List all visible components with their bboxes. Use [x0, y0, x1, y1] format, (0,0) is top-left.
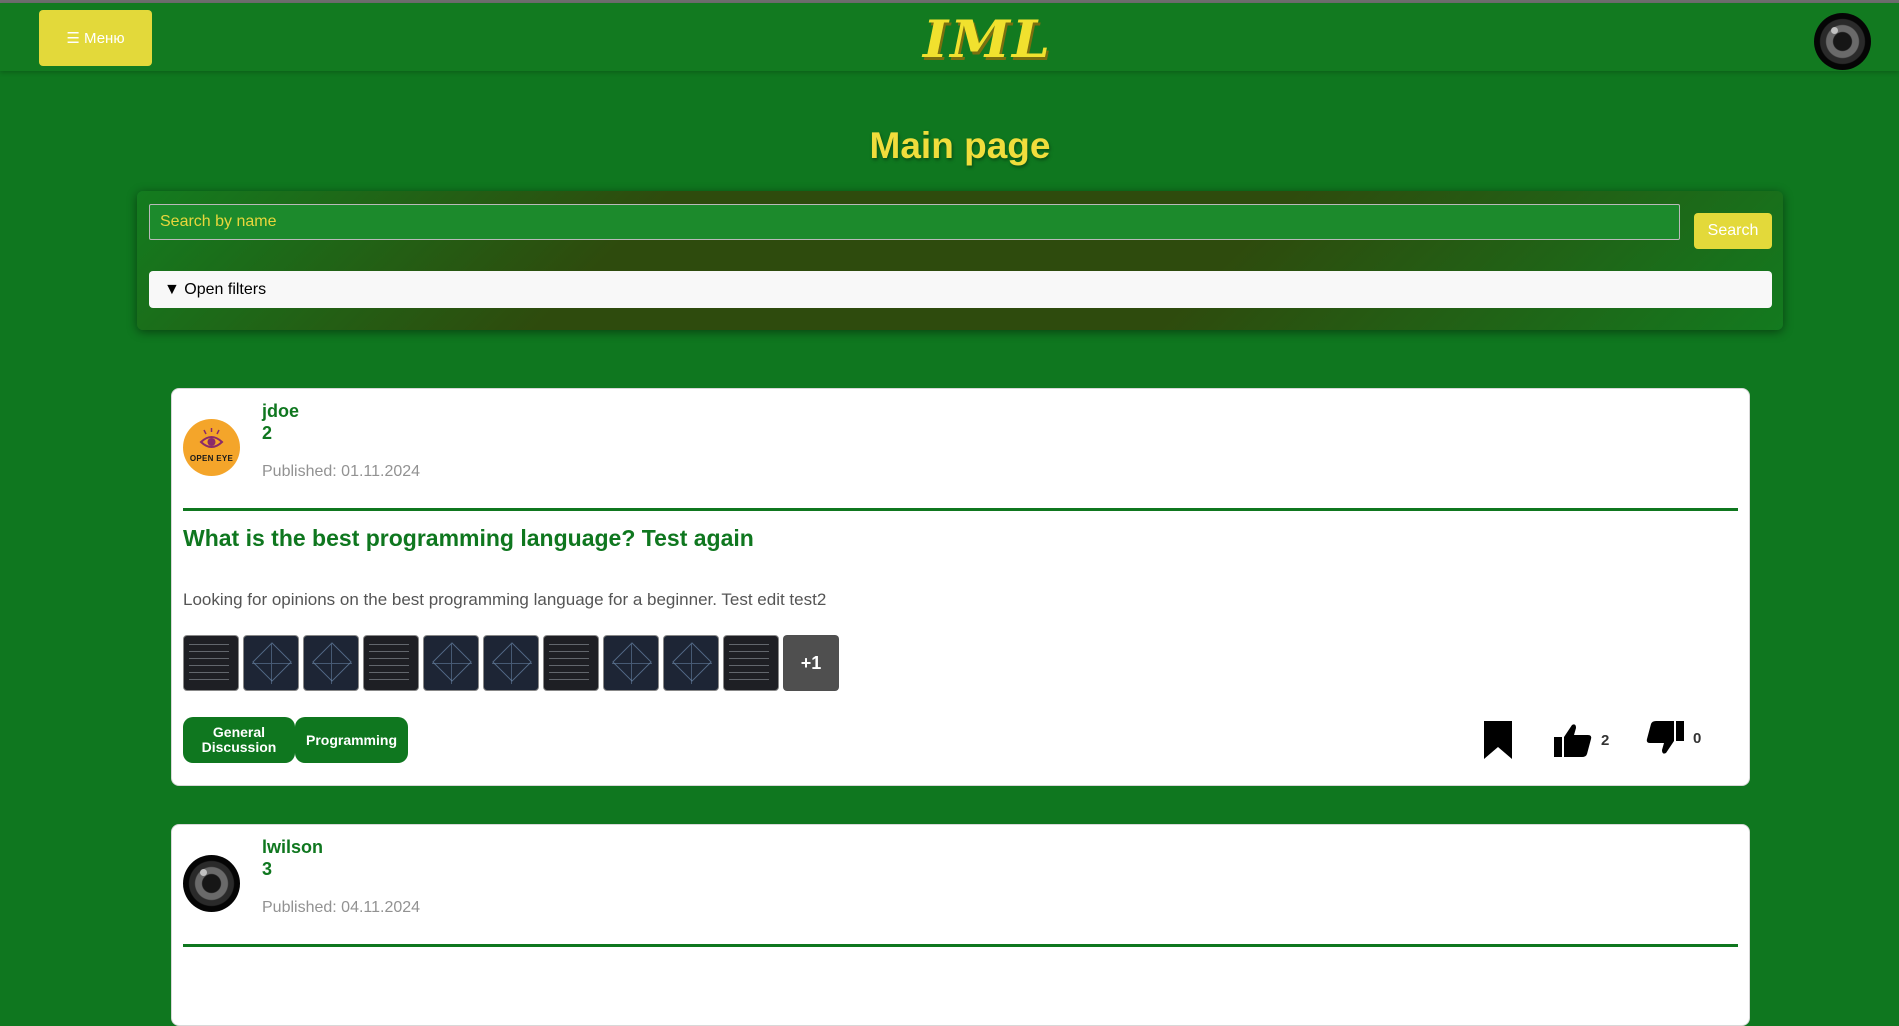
author-name[interactable]: jdoe	[262, 401, 299, 422]
open-filters-toggle[interactable]: ▼ Open filters	[149, 271, 1772, 308]
author-name[interactable]: lwilson	[262, 837, 323, 858]
search-button[interactable]: Search	[1694, 213, 1772, 249]
post-actions: 2 0	[172, 717, 1749, 763]
image-thumbnail[interactable]	[183, 635, 239, 691]
search-input[interactable]	[149, 204, 1680, 240]
author-avatar[interactable]	[183, 855, 240, 912]
author-rating: 2	[262, 423, 273, 443]
more-images-button[interactable]: +1	[783, 635, 839, 691]
like-count: 2	[1601, 731, 1610, 749]
author-avatar[interactable]: OPEN EYE	[183, 419, 240, 476]
published-date: Published: 01.11.2024	[262, 463, 421, 480]
menu-button[interactable]: ☰ Меню	[39, 10, 152, 66]
image-thumbnail[interactable]	[543, 635, 599, 691]
image-gallery: +1	[183, 635, 839, 691]
dislike-count: 0	[1693, 729, 1702, 747]
post-card: OPEN EYE jdoe 2 Published: 01.11.2024 Wh…	[171, 388, 1750, 786]
search-panel: Search ▼ Open filters	[137, 191, 1783, 330]
post-title[interactable]: What is the best programming language? T…	[183, 525, 754, 552]
logo-text: IML	[922, 8, 1052, 70]
post-divider	[183, 508, 1738, 511]
image-thumbnail[interactable]	[243, 635, 299, 691]
image-thumbnail[interactable]	[663, 635, 719, 691]
dislike-button[interactable]: 0	[1646, 719, 1701, 757]
page-title: Main page	[869, 125, 1051, 166]
image-thumbnail[interactable]	[483, 635, 539, 691]
post-card: lwilson 3 Published: 04.11.2024	[171, 824, 1750, 1026]
avatar-logo-text: OPEN EYE	[189, 454, 234, 463]
thumbs-down-icon	[1646, 721, 1684, 754]
image-thumbnail[interactable]	[303, 635, 359, 691]
image-thumbnail[interactable]	[363, 635, 419, 691]
open-filters-label: ▼ Open filters	[164, 280, 267, 298]
image-thumbnail[interactable]	[423, 635, 479, 691]
published-date: Published: 04.11.2024	[262, 899, 421, 916]
profile-avatar[interactable]	[1814, 13, 1871, 70]
top-navbar: ☰ Меню IML	[0, 3, 1899, 71]
image-thumbnail[interactable]	[723, 635, 779, 691]
thumbs-up-icon	[1554, 724, 1592, 757]
eye-icon	[199, 428, 224, 448]
menu-button-label: ☰ Меню	[66, 30, 125, 47]
post-divider	[183, 944, 1738, 947]
site-logo[interactable]: IML	[900, 11, 1075, 67]
post-body: Looking for opinions on the best program…	[183, 590, 827, 609]
image-thumbnail[interactable]	[603, 635, 659, 691]
like-button[interactable]: 2	[1554, 721, 1609, 759]
bookmark-icon[interactable]	[1484, 721, 1512, 759]
author-rating: 3	[262, 859, 273, 879]
